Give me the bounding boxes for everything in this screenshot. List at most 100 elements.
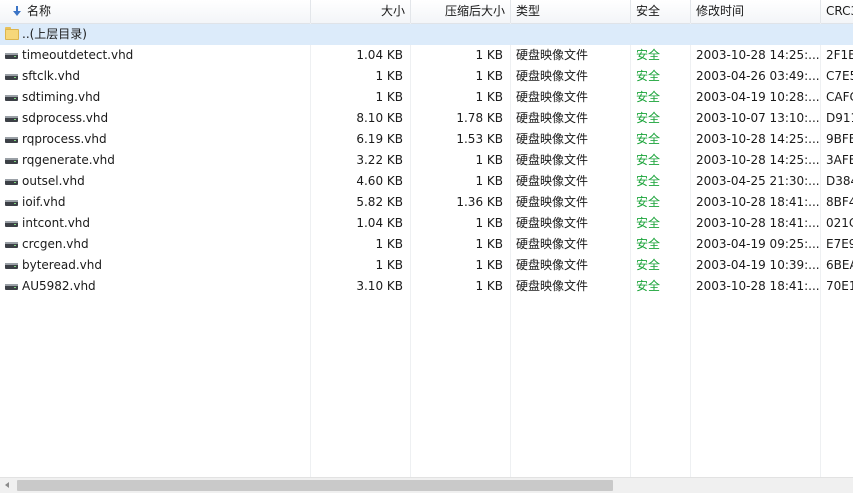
packed-size-cell: 1 KB bbox=[475, 237, 503, 251]
file-name-cell: intcont.vhd bbox=[0, 213, 311, 234]
modified-cell: 2003-10-28 18:41:... bbox=[696, 216, 820, 230]
packed-size-cell: 1 KB bbox=[475, 216, 503, 230]
file-row[interactable]: sftclk.vhd 1 KB 1 KB 硬盘映像文件 安全 2003-04-26 03:… bbox=[0, 66, 853, 87]
modified-cell: 2003-04-19 09:25:... bbox=[696, 237, 820, 251]
crc-cell: D384 bbox=[826, 174, 853, 188]
size-cell: 4.60 KB bbox=[356, 174, 403, 188]
security-status: 安全 bbox=[636, 90, 661, 104]
security-status: 安全 bbox=[636, 237, 661, 251]
size-cell: 5.82 KB bbox=[356, 195, 403, 209]
disk-image-file-icon bbox=[5, 179, 18, 185]
size-cell: 3.10 KB bbox=[356, 279, 403, 293]
file-name: crcgen.vhd bbox=[22, 237, 89, 251]
file-name: rqgenerate.vhd bbox=[22, 153, 115, 167]
file-name-cell: sdprocess.vhd bbox=[0, 108, 311, 129]
size-cell: 6.19 KB bbox=[356, 132, 403, 146]
security-status: 安全 bbox=[636, 174, 661, 188]
crc-cell: 3AFE bbox=[826, 153, 853, 167]
disk-image-file-icon bbox=[5, 116, 18, 122]
security-status: 安全 bbox=[636, 195, 661, 209]
size-cell: 1 KB bbox=[375, 237, 403, 251]
file-row[interactable]: timeoutdetect.vhd 1.04 KB 1 KB 硬盘映像文件 安全 2003… bbox=[0, 45, 853, 66]
modified-cell: 2003-10-28 14:25:... bbox=[696, 48, 820, 62]
crc-cell: D911 bbox=[826, 111, 853, 125]
type-cell: 硬盘映像文件 bbox=[516, 237, 589, 251]
scroll-left-arrow-icon[interactable] bbox=[0, 478, 15, 493]
column-header-type[interactable]: 类型 bbox=[511, 0, 631, 23]
file-name: outsel.vhd bbox=[22, 174, 85, 188]
size-cell: 1.04 KB bbox=[356, 216, 403, 230]
disk-image-file-icon bbox=[5, 263, 18, 269]
type-cell: 硬盘映像文件 bbox=[516, 132, 589, 146]
crc-cell: 8BF4 bbox=[826, 195, 853, 209]
file-row[interactable]: outsel.vhd 4.60 KB 1 KB 硬盘映像文件 安全 2003-04-25 … bbox=[0, 171, 853, 192]
disk-image-file-icon bbox=[5, 74, 18, 80]
packed-size-cell: 1 KB bbox=[475, 174, 503, 188]
security-status: 安全 bbox=[636, 153, 661, 167]
file-name-cell: rqprocess.vhd bbox=[0, 129, 311, 150]
horizontal-scrollbar[interactable] bbox=[0, 477, 853, 493]
file-row[interactable]: byteread.vhd 1 KB 1 KB 硬盘映像文件 安全 2003-04-19 1… bbox=[0, 255, 853, 276]
size-cell: 1.04 KB bbox=[356, 48, 403, 62]
sort-down-arrow-icon bbox=[13, 6, 21, 16]
column-header-crc[interactable]: CRC3 bbox=[821, 0, 853, 23]
crc-cell: 9BFE bbox=[826, 132, 853, 146]
file-name-cell: byteread.vhd bbox=[0, 255, 311, 276]
type-cell: 硬盘映像文件 bbox=[516, 153, 589, 167]
file-row[interactable]: sdprocess.vhd 8.10 KB 1.78 KB 硬盘映像文件 安全 2003-… bbox=[0, 108, 853, 129]
modified-cell: 2003-10-07 13:10:... bbox=[696, 111, 820, 125]
type-cell: 硬盘映像文件 bbox=[516, 90, 589, 104]
file-name: sftclk.vhd bbox=[22, 69, 80, 83]
packed-size-cell: 1 KB bbox=[475, 153, 503, 167]
file-name: sdtiming.vhd bbox=[22, 90, 101, 104]
disk-image-file-icon bbox=[5, 53, 18, 59]
security-status: 安全 bbox=[636, 258, 661, 272]
crc-cell: 2F1B bbox=[826, 48, 853, 62]
scrollbar-thumb[interactable] bbox=[17, 480, 613, 491]
modified-cell: 2003-04-25 21:30:... bbox=[696, 174, 820, 188]
size-cell: 1 KB bbox=[375, 90, 403, 104]
size-cell: 3.22 KB bbox=[356, 153, 403, 167]
file-row[interactable]: crcgen.vhd 1 KB 1 KB 硬盘映像文件 安全 2003-04-19 09:… bbox=[0, 234, 853, 255]
file-name: timeoutdetect.vhd bbox=[22, 48, 134, 62]
file-name-cell: AU5982.vhd bbox=[0, 276, 311, 297]
type-cell: 硬盘映像文件 bbox=[516, 258, 589, 272]
file-name-cell: crcgen.vhd bbox=[0, 234, 311, 255]
file-name: AU5982.vhd bbox=[22, 279, 96, 293]
modified-cell: 2003-10-28 18:41:... bbox=[696, 279, 820, 293]
file-row[interactable]: intcont.vhd 1.04 KB 1 KB 硬盘映像文件 安全 2003-10-28… bbox=[0, 213, 853, 234]
file-name: intcont.vhd bbox=[22, 216, 91, 230]
modified-cell: 2003-10-28 18:41:... bbox=[696, 195, 820, 209]
parent-folder-row[interactable]: ..(上层目录) bbox=[0, 24, 853, 45]
modified-cell: 2003-04-26 03:49:... bbox=[696, 69, 820, 83]
security-status: 安全 bbox=[636, 279, 661, 293]
type-cell: 硬盘映像文件 bbox=[516, 216, 589, 230]
file-row[interactable]: rqprocess.vhd 6.19 KB 1.53 KB 硬盘映像文件 安全 2003-… bbox=[0, 129, 853, 150]
size-cell: 8.10 KB bbox=[356, 111, 403, 125]
disk-image-file-icon bbox=[5, 137, 18, 143]
file-row[interactable]: rqgenerate.vhd 3.22 KB 1 KB 硬盘映像文件 安全 2003-10… bbox=[0, 150, 853, 171]
column-header-name[interactable]: 名称 bbox=[0, 0, 311, 23]
file-row[interactable]: sdtiming.vhd 1 KB 1 KB 硬盘映像文件 安全 2003-04-19 1… bbox=[0, 87, 853, 108]
column-header: 名称 大小 压缩后大小 类型 安全 修改时间 CRC3 bbox=[0, 0, 853, 24]
packed-size-cell: 1.78 KB bbox=[456, 111, 503, 125]
column-header-size[interactable]: 大小 bbox=[311, 0, 411, 23]
type-cell: 硬盘映像文件 bbox=[516, 195, 589, 209]
crc-cell: 021C bbox=[826, 216, 853, 230]
packed-size-cell: 1 KB bbox=[475, 69, 503, 83]
packed-size-cell: 1 KB bbox=[475, 90, 503, 104]
type-cell: 硬盘映像文件 bbox=[516, 69, 589, 83]
type-cell: 硬盘映像文件 bbox=[516, 279, 589, 293]
packed-size-cell: 1 KB bbox=[475, 279, 503, 293]
size-cell: 1 KB bbox=[375, 69, 403, 83]
packed-size-cell: 1 KB bbox=[475, 258, 503, 272]
file-row[interactable]: ioif.vhd 5.82 KB 1.36 KB 硬盘映像文件 安全 2003-10-28… bbox=[0, 192, 853, 213]
file-row[interactable]: AU5982.vhd 3.10 KB 1 KB 硬盘映像文件 安全 2003-10-28 … bbox=[0, 276, 853, 297]
packed-size-cell: 1.36 KB bbox=[456, 195, 503, 209]
column-header-packed-size[interactable]: 压缩后大小 bbox=[411, 0, 511, 23]
column-header-security[interactable]: 安全 bbox=[631, 0, 691, 23]
crc-cell: 6BEA bbox=[826, 258, 853, 272]
file-name-cell: sdtiming.vhd bbox=[0, 87, 311, 108]
column-header-modified[interactable]: 修改时间 bbox=[691, 0, 821, 23]
file-name: sdprocess.vhd bbox=[22, 111, 109, 125]
